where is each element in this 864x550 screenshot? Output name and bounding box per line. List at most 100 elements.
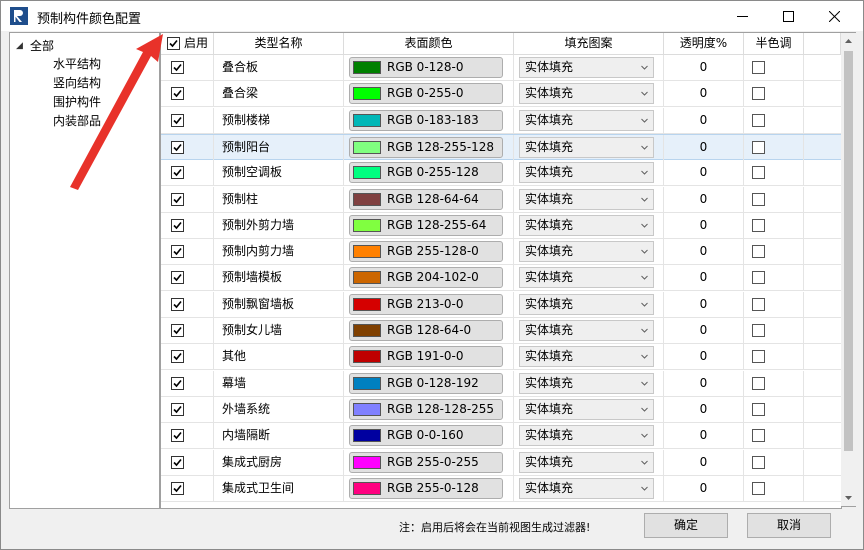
fill-pattern-select[interactable]: 实体填充 xyxy=(519,83,654,105)
color-picker-button[interactable]: RGB 128-64-64 xyxy=(349,188,503,210)
color-picker-button[interactable]: RGB 0-255-0 xyxy=(349,83,503,105)
halftone-checkbox[interactable] xyxy=(752,113,765,127)
halftone-checkbox[interactable] xyxy=(752,429,765,443)
table-row[interactable]: 预制内剪力墙 RGB 255-128-0 实体填充 0 xyxy=(161,239,841,266)
table-row[interactable]: 预制外剪力墙 RGB 128-255-64 实体填充 0 xyxy=(161,212,841,239)
tree-node-vertical-structure[interactable]: 竖向结构 xyxy=(53,74,101,91)
scrollbar-thumb[interactable] xyxy=(844,51,853,451)
ok-button[interactable]: 确定 xyxy=(644,513,728,538)
color-picker-button[interactable]: RGB 213-0-0 xyxy=(349,293,503,315)
enable-checkbox[interactable] xyxy=(171,218,184,232)
transparency-value[interactable]: 0 xyxy=(664,423,744,449)
transparency-value[interactable]: 0 xyxy=(664,265,744,291)
transparency-value[interactable]: 0 xyxy=(664,291,744,317)
enable-all-checkbox[interactable] xyxy=(167,37,180,50)
fill-pattern-select[interactable]: 实体填充 xyxy=(519,425,654,447)
transparency-value[interactable]: 0 xyxy=(664,239,744,265)
table-row[interactable]: 预制女儿墙 RGB 128-64-0 实体填充 0 xyxy=(161,318,841,344)
minimize-button[interactable] xyxy=(719,1,765,31)
enable-checkbox[interactable] xyxy=(171,297,184,311)
table-row[interactable]: 集成式卫生间 RGB 255-0-128 实体填充 0 xyxy=(161,475,841,502)
table-row[interactable]: 外墙系统 RGB 128-128-255 实体填充 0 xyxy=(161,396,841,423)
transparency-value[interactable]: 0 xyxy=(664,212,744,238)
color-picker-button[interactable]: RGB 255-128-0 xyxy=(349,241,503,263)
maximize-button[interactable] xyxy=(765,1,811,31)
color-picker-button[interactable]: RGB 204-102-0 xyxy=(349,267,503,289)
tree-node-horizontal-structure[interactable]: 水平结构 xyxy=(53,55,101,72)
fill-pattern-select[interactable]: 实体填充 xyxy=(519,320,654,341)
scroll-up-button[interactable] xyxy=(841,33,856,49)
fill-pattern-select[interactable]: 实体填充 xyxy=(519,241,654,263)
enable-checkbox[interactable] xyxy=(171,350,184,364)
halftone-checkbox[interactable] xyxy=(752,324,765,337)
color-picker-button[interactable]: RGB 255-0-255 xyxy=(349,451,503,473)
transparency-value[interactable]: 0 xyxy=(664,344,744,370)
enable-checkbox[interactable] xyxy=(171,61,184,74)
color-picker-button[interactable]: RGB 128-255-64 xyxy=(349,214,503,236)
transparency-value[interactable]: 0 xyxy=(664,318,744,343)
halftone-checkbox[interactable] xyxy=(752,166,765,180)
halftone-checkbox[interactable] xyxy=(752,271,765,285)
enable-checkbox[interactable] xyxy=(171,271,184,285)
halftone-checkbox[interactable] xyxy=(752,350,765,364)
color-picker-button[interactable]: RGB 0-183-183 xyxy=(349,109,503,131)
halftone-checkbox[interactable] xyxy=(752,87,765,101)
halftone-checkbox[interactable] xyxy=(752,297,765,311)
halftone-checkbox[interactable] xyxy=(752,218,765,232)
enable-checkbox[interactable] xyxy=(171,481,184,495)
fill-pattern-select[interactable]: 实体填充 xyxy=(519,57,654,78)
table-row[interactable]: 预制墙模板 RGB 204-102-0 实体填充 0 xyxy=(161,265,841,292)
enable-checkbox[interactable] xyxy=(171,324,184,337)
enable-checkbox[interactable] xyxy=(171,140,184,154)
color-picker-button[interactable]: RGB 0-0-160 xyxy=(349,425,503,447)
table-row[interactable]: 预制空调板 RGB 0-255-128 实体填充 0 xyxy=(161,160,841,187)
halftone-checkbox[interactable] xyxy=(752,481,765,495)
table-row[interactable]: 预制飘窗墙板 RGB 213-0-0 实体填充 0 xyxy=(161,291,841,318)
color-picker-button[interactable]: RGB 128-64-0 xyxy=(349,320,503,341)
halftone-checkbox[interactable] xyxy=(752,376,765,390)
transparency-value[interactable]: 0 xyxy=(664,134,744,160)
color-picker-button[interactable]: RGB 0-128-192 xyxy=(349,372,503,394)
transparency-value[interactable]: 0 xyxy=(664,396,744,422)
fill-pattern-select[interactable]: 实体填充 xyxy=(519,162,654,184)
enable-checkbox[interactable] xyxy=(171,192,184,206)
enable-checkbox[interactable] xyxy=(171,429,184,443)
table-row[interactable]: 预制楼梯 RGB 0-183-183 实体填充 0 xyxy=(161,107,841,134)
enable-checkbox[interactable] xyxy=(171,402,184,416)
halftone-checkbox[interactable] xyxy=(752,61,765,74)
expand-arrow-icon[interactable]: ◢ xyxy=(16,41,30,51)
tree-node-all[interactable]: ◢ 全部 xyxy=(16,37,54,54)
transparency-value[interactable]: 0 xyxy=(664,160,744,186)
enable-checkbox[interactable] xyxy=(171,113,184,127)
header-enable[interactable]: 启用 xyxy=(161,33,214,54)
fill-pattern-select[interactable]: 实体填充 xyxy=(519,346,654,368)
fill-pattern-select[interactable]: 实体填充 xyxy=(519,398,654,420)
table-row[interactable]: 内墙隔断 RGB 0-0-160 实体填充 0 xyxy=(161,423,841,450)
transparency-value[interactable]: 0 xyxy=(664,107,744,133)
fill-pattern-select[interactable]: 实体填充 xyxy=(519,136,654,158)
enable-checkbox[interactable] xyxy=(171,455,184,469)
table-row[interactable]: 预制柱 RGB 128-64-64 实体填充 0 xyxy=(161,186,841,213)
color-picker-button[interactable]: RGB 128-255-128 xyxy=(349,136,503,158)
enable-checkbox[interactable] xyxy=(171,245,184,259)
color-picker-button[interactable]: RGB 255-0-128 xyxy=(349,477,503,499)
close-button[interactable] xyxy=(811,1,857,31)
transparency-value[interactable]: 0 xyxy=(664,449,744,475)
vertical-scrollbar[interactable] xyxy=(841,32,856,507)
fill-pattern-select[interactable]: 实体填充 xyxy=(519,109,654,131)
halftone-checkbox[interactable] xyxy=(752,192,765,206)
enable-checkbox[interactable] xyxy=(171,166,184,180)
fill-pattern-select[interactable]: 实体填充 xyxy=(519,267,654,289)
color-picker-button[interactable]: RGB 128-128-255 xyxy=(349,398,503,420)
table-row[interactable]: 集成式厨房 RGB 255-0-255 实体填充 0 xyxy=(161,449,841,476)
enable-checkbox[interactable] xyxy=(171,87,184,101)
table-row[interactable]: 预制阳台 RGB 128-255-128 实体填充 0 xyxy=(161,133,841,160)
enable-checkbox[interactable] xyxy=(171,376,184,390)
color-picker-button[interactable]: RGB 0-255-128 xyxy=(349,162,503,184)
cancel-button[interactable]: 取消 xyxy=(747,513,831,538)
halftone-checkbox[interactable] xyxy=(752,402,765,416)
fill-pattern-select[interactable]: 实体填充 xyxy=(519,477,654,499)
table-row[interactable]: 叠合梁 RGB 0-255-0 实体填充 0 xyxy=(161,81,841,108)
scroll-down-button[interactable] xyxy=(841,490,856,506)
table-row[interactable]: 其他 RGB 191-0-0 实体填充 0 xyxy=(161,344,841,371)
